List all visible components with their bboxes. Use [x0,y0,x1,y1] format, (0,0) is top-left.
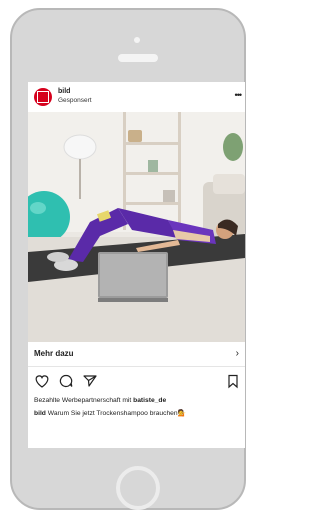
partner-account-link[interactable]: batiste_de [133,397,166,404]
home-button[interactable] [116,466,160,510]
learn-more-bar[interactable]: Mehr dazu › [28,342,245,367]
post-actions [28,370,245,392]
front-camera [134,37,140,43]
instagram-post: bild Gesponsert ••• Mehr dazu › Bezahlte… [28,82,245,448]
sponsored-label: Gesponsert [58,97,92,104]
send-icon[interactable] [82,373,98,389]
partnership-line: Bezahlte Werbepartnerschaft mit batiste_… [34,397,166,404]
post-image[interactable] [28,112,245,342]
heart-icon[interactable] [34,373,50,389]
bild-logo-icon [37,91,49,103]
caption-line: bild Warum Sie jetzt Trockenshampoo brau… [34,409,186,417]
chevron-right-icon: › [235,348,239,359]
caption-emoji: 💁 [177,410,186,417]
more-horizontal-icon[interactable]: ••• [235,90,243,100]
post-header: bild Gesponsert ••• [28,82,245,112]
caption-text: Warum Sie jetzt Trockenshampoo brauchen [47,410,178,417]
learn-more-label: Mehr dazu [34,349,74,358]
caption-account-link[interactable]: bild [34,410,46,417]
comment-icon[interactable] [58,373,74,389]
account-avatar[interactable] [34,88,52,106]
account-name[interactable]: bild [58,88,70,95]
partnership-prefix: Bezahlte Werbepartnerschaft mit [34,397,134,404]
earpiece-speaker [118,54,158,62]
bookmark-icon[interactable] [225,373,241,389]
